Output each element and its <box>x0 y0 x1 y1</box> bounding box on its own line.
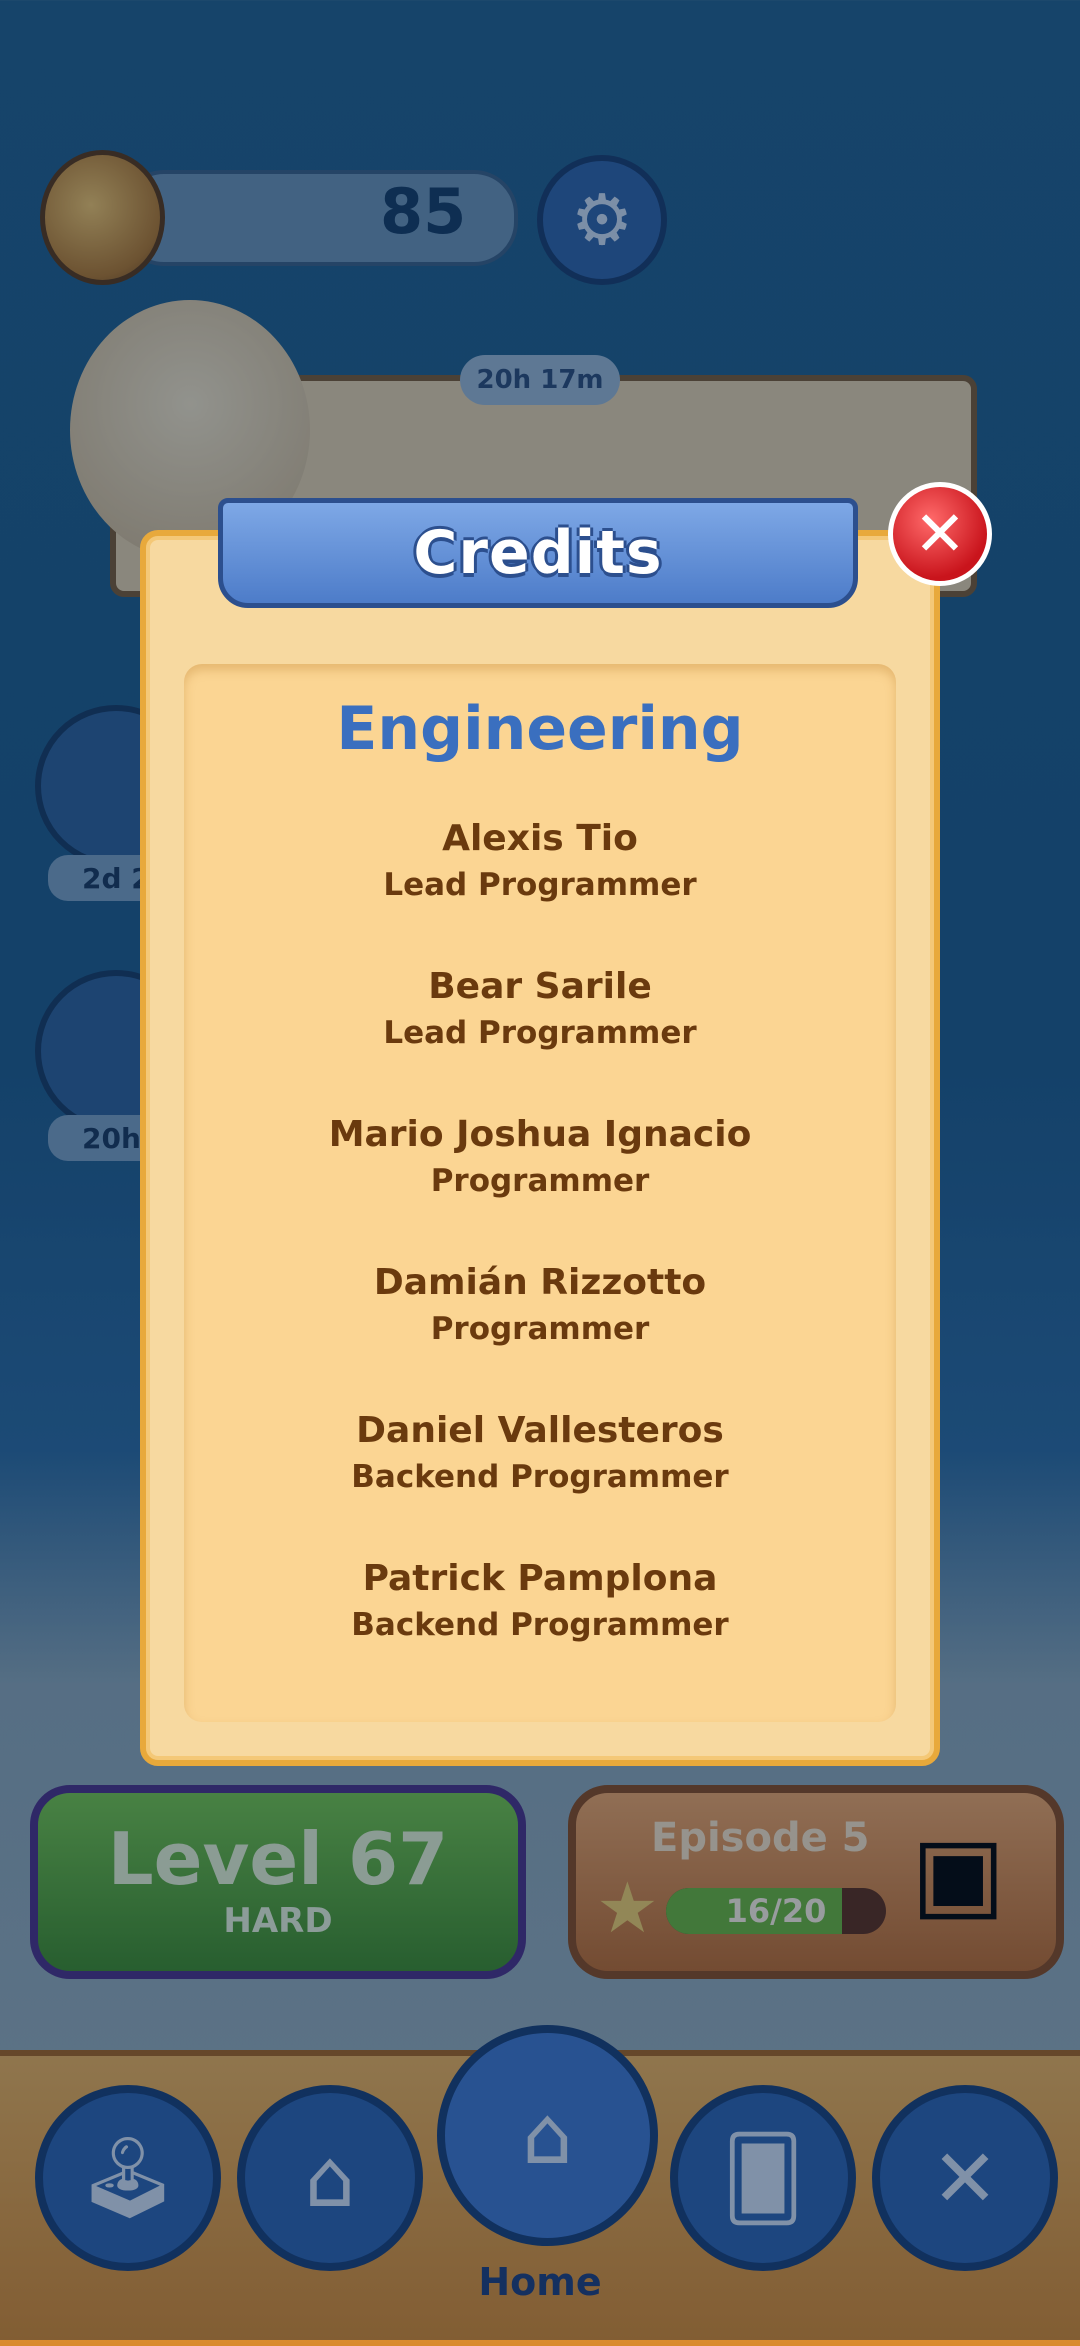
credit-name: Patrick Pamplona <box>362 1558 718 1599</box>
section-title: Engineering <box>336 694 744 764</box>
credit-entry: Mario Joshua Ignacio Programmer <box>184 1112 896 1204</box>
credits-modal: Engineering Alexis Tio Lead Programmer B… <box>140 530 940 1766</box>
credit-role: Backend Programmer <box>351 1459 729 1495</box>
credit-role: Lead Programmer <box>383 867 697 903</box>
credit-entry: Patrick Pamplona Backend Programmer <box>184 1556 896 1648</box>
credit-name: Bear Sarile <box>428 966 652 1007</box>
credits-list-panel[interactable]: Engineering Alexis Tio Lead Programmer B… <box>184 664 896 1722</box>
credit-entry: Daniel Vallesteros Backend Programmer <box>184 1408 896 1500</box>
credit-role: Lead Programmer <box>383 1015 697 1051</box>
credit-name: Mario Joshua Ignacio <box>328 1114 752 1155</box>
credit-role: Programmer <box>430 1163 650 1199</box>
credit-role: Backend Programmer <box>351 1607 729 1643</box>
credit-entry: Alexis Tio Lead Programmer <box>184 816 896 908</box>
credit-entry: Bear Sarile Lead Programmer <box>184 964 896 1056</box>
modal-header: Credits <box>218 498 858 608</box>
credit-name: Daniel Vallesteros <box>356 1410 724 1451</box>
credit-name: Alexis Tio <box>442 818 638 859</box>
close-button[interactable]: ✕ <box>888 482 992 586</box>
modal-title: Credits <box>413 518 663 588</box>
credit-entry: Damián Rizzotto Programmer <box>184 1260 896 1352</box>
credit-name: Damián Rizzotto <box>373 1262 707 1303</box>
credit-role: Programmer <box>430 1311 650 1347</box>
close-x-icon: ✕ <box>914 497 966 570</box>
